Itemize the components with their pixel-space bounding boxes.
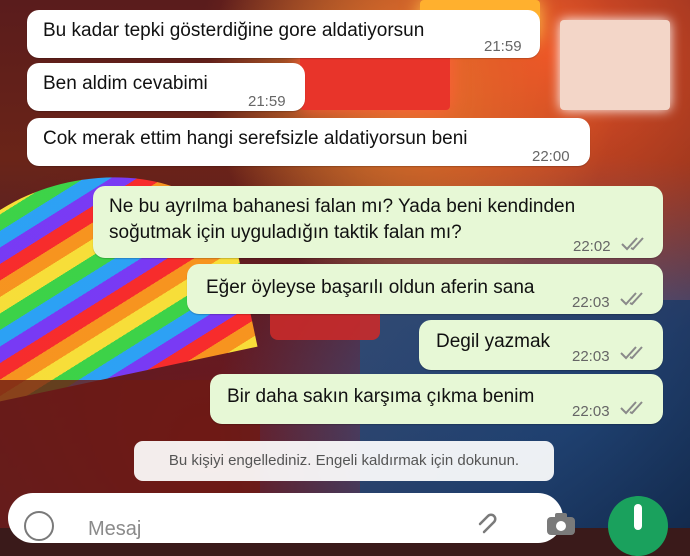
blocked-contact-notice[interactable]: Bu kişiyi engellediniz. Engeli kaldırmak… (134, 441, 554, 481)
double-check-icon (619, 290, 649, 306)
message-text: Bir daha sakın karşıma çıkma benim (227, 386, 535, 407)
message-incoming[interactable]: Ben aldim cevabimi 21:59 (27, 63, 305, 111)
message-outgoing[interactable]: Degil yazmak 22:03 (419, 320, 663, 370)
message-outgoing[interactable]: Bir daha sakın karşıma çıkma benim 22:03 (210, 374, 663, 424)
camera-icon[interactable] (546, 511, 576, 535)
message-input[interactable]: Mesaj (88, 518, 141, 541)
message-time: 22:03 (572, 294, 610, 311)
message-text: Eğer öyleyse başarılı oldun aferin sana (206, 277, 535, 298)
paperclip-icon[interactable] (473, 509, 499, 535)
message-text: Cok merak ettim hangi serefsizle aldatiy… (43, 128, 468, 149)
message-text-line: soğutmak için uyguladığın taktik falan m… (109, 222, 462, 243)
wallpaper-neon-sign (560, 20, 670, 110)
message-time: 22:03 (572, 403, 610, 420)
message-time: 22:02 (573, 238, 611, 255)
message-incoming[interactable]: Cok merak ettim hangi serefsizle aldatiy… (27, 118, 590, 166)
mic-icon (634, 504, 642, 530)
message-text-line: Ne bu ayrılma bahanesi falan mı? Yada be… (109, 196, 576, 217)
message-text: Ben aldim cevabimi (43, 73, 208, 94)
message-time: 21:59 (484, 38, 522, 55)
message-time: 22:00 (532, 148, 570, 165)
message-composer: Mesaj (8, 493, 575, 543)
message-time: 22:03 (572, 348, 610, 365)
message-outgoing[interactable]: Eğer öyleyse başarılı oldun aferin sana … (187, 264, 663, 314)
message-time: 21:59 (248, 93, 286, 110)
double-check-icon (620, 235, 650, 251)
double-check-icon (619, 399, 649, 415)
message-text: Degil yazmak (436, 331, 551, 352)
emoji-icon[interactable] (24, 511, 54, 541)
mic-button[interactable] (608, 496, 668, 556)
message-text: Bu kadar tepki gösterdiğine gore aldatiy… (43, 20, 425, 41)
message-outgoing[interactable]: Ne bu ayrılma bahanesi falan mı? Yada be… (93, 186, 663, 258)
message-incoming[interactable]: Bu kadar tepki gösterdiğine gore aldatiy… (27, 10, 540, 58)
double-check-icon (619, 344, 649, 360)
